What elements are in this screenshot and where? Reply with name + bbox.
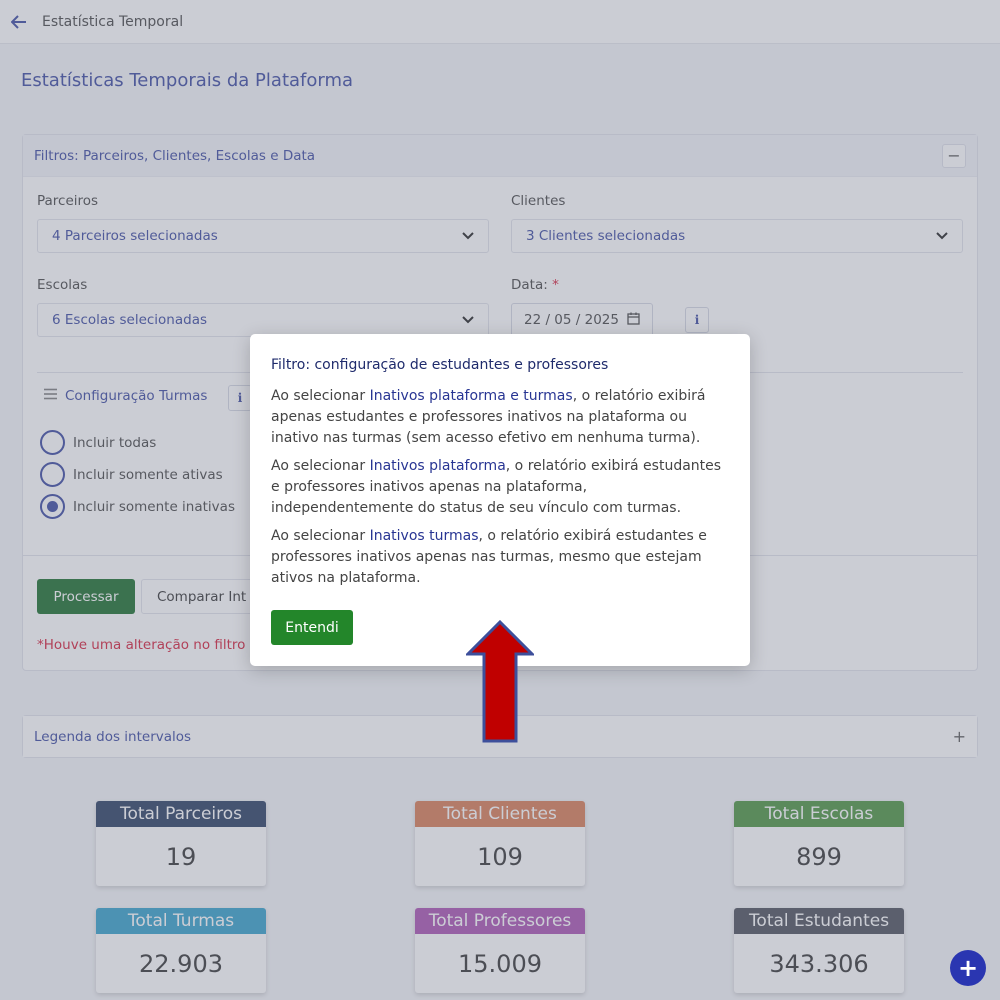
understood-button[interactable]: Entendi (271, 610, 353, 645)
floating-add-button[interactable]: + (950, 950, 986, 986)
highlight-text: Inativos turmas (369, 528, 479, 544)
text: Ao selecionar (271, 458, 370, 474)
modal-title: Filtro: configuração de estudantes e pro… (271, 357, 609, 373)
highlight-text: Inativos plataforma (369, 458, 506, 474)
modal-paragraph: Ao selecionar Inativos plataforma e turm… (271, 386, 729, 449)
modal-paragraph: Ao selecionar Inativos plataforma, o rel… (271, 456, 729, 519)
modal-paragraph: Ao selecionar Inativos turmas, o relatór… (271, 526, 729, 589)
text: Ao selecionar (271, 528, 370, 544)
text: Ao selecionar (271, 388, 370, 404)
highlight-text: Inativos plataforma e turmas (369, 388, 573, 404)
red-up-arrow-icon (466, 620, 534, 743)
info-modal: Filtro: configuração de estudantes e pro… (250, 334, 750, 666)
